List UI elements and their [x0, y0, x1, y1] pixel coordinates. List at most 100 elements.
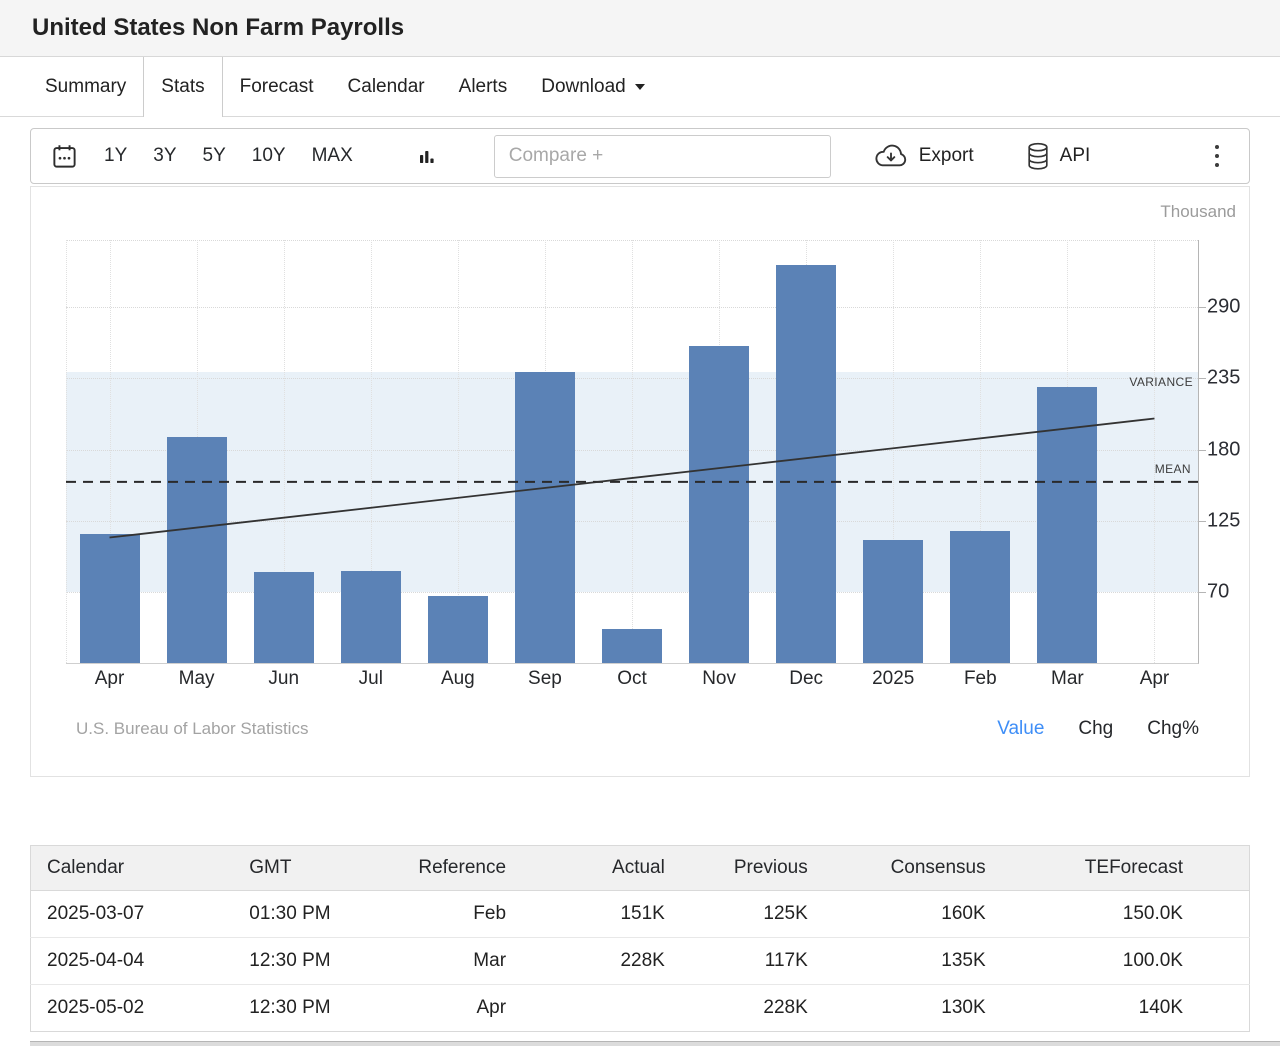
axis-tick	[1198, 378, 1206, 379]
range-button-1y[interactable]: 1Y	[104, 145, 127, 167]
v-gridline	[632, 240, 633, 663]
bar-chart-icon[interactable]	[417, 147, 436, 166]
cell-gmt: 12:30 PM	[233, 938, 360, 985]
v-gridline	[66, 240, 67, 663]
axis-unit-label: Thousand	[1160, 202, 1236, 222]
x-label-aug: Aug	[414, 668, 501, 690]
cell-reference: Apr	[360, 985, 522, 1032]
cloud-download-icon	[873, 144, 909, 169]
y-tick-label: 235	[1207, 367, 1240, 390]
axis-tick	[1198, 521, 1206, 522]
cell-teforecast: 100.0K	[1002, 938, 1250, 985]
y-tick-label: 70	[1207, 580, 1229, 603]
cell-reference: Mar	[360, 938, 522, 985]
tab-download[interactable]: Download	[524, 57, 662, 117]
cell-gmt: 12:30 PM	[233, 985, 360, 1032]
y-tick-label: 125	[1207, 509, 1240, 532]
tab-summary[interactable]: Summary	[28, 57, 143, 117]
column-header-actual: Actual	[522, 846, 681, 891]
tab-stats[interactable]: Stats	[143, 57, 222, 117]
axis-tick	[1198, 307, 1206, 308]
cell-teforecast: 150.0K	[1002, 891, 1250, 938]
x-label-feb: Feb	[937, 668, 1024, 690]
release-calendar-table: CalendarGMTReferenceActualPreviousConsen…	[30, 845, 1250, 1032]
table-row: 2025-03-0701:30 PMFeb151K125K160K150.0K	[31, 891, 1250, 938]
bar-jul	[341, 571, 401, 663]
bar-apr	[80, 534, 140, 663]
x-label-mar: Mar	[1024, 668, 1111, 690]
page-title: United States Non Farm Payrolls	[32, 14, 404, 42]
x-label-jun: Jun	[240, 668, 327, 690]
x-label-may: May	[153, 668, 240, 690]
range-button-max[interactable]: MAX	[312, 145, 353, 167]
range-button-5y[interactable]: 5Y	[203, 145, 226, 167]
x-label-jul: Jul	[327, 668, 414, 690]
x-label-nov: Nov	[676, 668, 763, 690]
chart-toolbar: 1Y3Y5Y10YMAX Export A	[30, 128, 1250, 184]
cell-teforecast: 140K	[1002, 985, 1250, 1032]
chart-mode-links: Value Chg Chg%	[997, 718, 1199, 740]
cell-previous: 117K	[681, 938, 824, 985]
range-button-3y[interactable]: 3Y	[153, 145, 176, 167]
kebab-menu-icon[interactable]	[1211, 141, 1223, 171]
x-label-sep: Sep	[501, 668, 588, 690]
column-header-previous: Previous	[681, 846, 824, 891]
bar-dec	[776, 265, 836, 663]
bar-oct	[602, 629, 662, 663]
tab-bar-left-spacer	[0, 57, 28, 117]
cell-actual	[522, 985, 681, 1032]
tab-calendar[interactable]: Calendar	[331, 57, 442, 117]
cell-calendar: 2025-05-02	[31, 985, 234, 1032]
bar-feb	[950, 531, 1010, 663]
bar-nov	[689, 346, 749, 663]
export-button[interactable]: Export	[873, 144, 974, 169]
mode-link-value[interactable]: Value	[997, 718, 1044, 740]
x-label-apr: Apr	[66, 668, 153, 690]
page-header: United States Non Farm Payrolls	[0, 0, 1280, 57]
cell-calendar: 2025-04-04	[31, 938, 234, 985]
x-label-dec: Dec	[763, 668, 850, 690]
x-label-2025: 2025	[850, 668, 937, 690]
database-icon	[1026, 142, 1050, 171]
mode-link-chgpct[interactable]: Chg%	[1147, 718, 1199, 740]
bar-aug	[428, 596, 488, 663]
table-row: 2025-05-0212:30 PMApr228K130K140K	[31, 985, 1250, 1032]
variance-label: VARIANCE	[1129, 375, 1193, 389]
axis-tick	[1198, 592, 1206, 593]
tab-alerts[interactable]: Alerts	[442, 57, 525, 117]
cell-previous: 125K	[681, 891, 824, 938]
column-header-reference: Reference	[360, 846, 522, 891]
chart-card: Thousand VARIANCEMEAN AprMayJunJulAugSep…	[30, 186, 1250, 777]
compare-input[interactable]	[494, 135, 831, 178]
y-tick-label: 180	[1207, 438, 1240, 461]
table-header-row: CalendarGMTReferenceActualPreviousConsen…	[31, 846, 1250, 891]
y-tick-label: 290	[1207, 296, 1240, 319]
range-button-10y[interactable]: 10Y	[252, 145, 286, 167]
source-attribution: U.S. Bureau of Labor Statistics	[76, 719, 308, 739]
bar-2025	[863, 540, 923, 663]
column-header-teforecast: TEForecast	[1002, 846, 1250, 891]
tab-bar-filler	[662, 57, 1280, 117]
table-row: 2025-04-0412:30 PMMar228K117K135K100.0K	[31, 938, 1250, 985]
x-axis-labels: AprMayJunJulAugSepOctNovDec2025FebMarApr	[66, 668, 1198, 690]
mode-link-chg[interactable]: Chg	[1078, 718, 1113, 740]
chevron-down-icon	[635, 84, 645, 90]
tab-forecast[interactable]: Forecast	[223, 57, 331, 117]
x-label-apr: Apr	[1111, 668, 1198, 690]
page: United States Non Farm Payrolls SummaryS…	[0, 0, 1280, 1046]
cell-calendar: 2025-03-07	[31, 891, 234, 938]
cell-previous: 228K	[681, 985, 824, 1032]
cell-actual: 228K	[522, 938, 681, 985]
calendar-icon[interactable]	[51, 143, 78, 170]
cell-reference: Feb	[360, 891, 522, 938]
bar-mar	[1037, 387, 1097, 663]
chart-footer: U.S. Bureau of Labor Statistics Value Chg…	[76, 718, 1199, 740]
bar-jun	[254, 572, 314, 663]
mean-label: MEAN	[1155, 462, 1191, 476]
bar-sep	[515, 372, 575, 663]
tab-bar: SummaryStatsForecastCalendarAlertsDownlo…	[0, 57, 1280, 117]
column-header-consensus: Consensus	[824, 846, 1002, 891]
next-section-divider	[30, 1041, 1280, 1046]
api-button[interactable]: API	[1026, 142, 1091, 171]
column-header-gmt: GMT	[233, 846, 360, 891]
